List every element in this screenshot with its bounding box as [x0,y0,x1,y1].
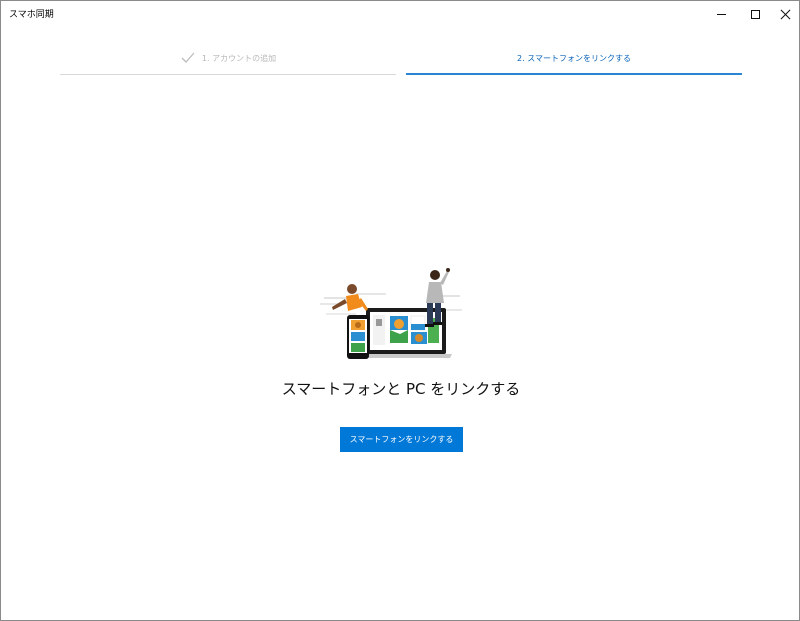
app-title: スマホ同期 [9,10,54,20]
step-indicator-line [60,74,396,75]
step-link-phone: 2. スマートフォンをリンクする [406,45,742,77]
app-window: スマホ同期 1. アカウントの追加 2. スマートフォンをリンクする スマートフ… [0,0,800,621]
minimize-button[interactable] [703,1,740,27]
page-title: スマートフォンと PC をリンクする [281,380,521,398]
step-label: 1. アカウントの追加 [201,53,277,63]
minimize-icon [717,13,726,15]
check-icon [181,52,195,63]
title-bar: スマホ同期 [1,1,799,31]
step-label: 2. スマートフォンをリンクする [517,53,631,63]
step-indicator-line-active [406,73,742,75]
link-phone-button[interactable]: スマートフォンをリンクする [340,427,463,452]
maximize-icon [751,9,760,19]
people-devices-illustration [320,268,462,359]
close-button[interactable] [767,1,799,27]
close-icon [780,9,791,20]
step-add-account: 1. アカウントの追加 [60,45,396,77]
